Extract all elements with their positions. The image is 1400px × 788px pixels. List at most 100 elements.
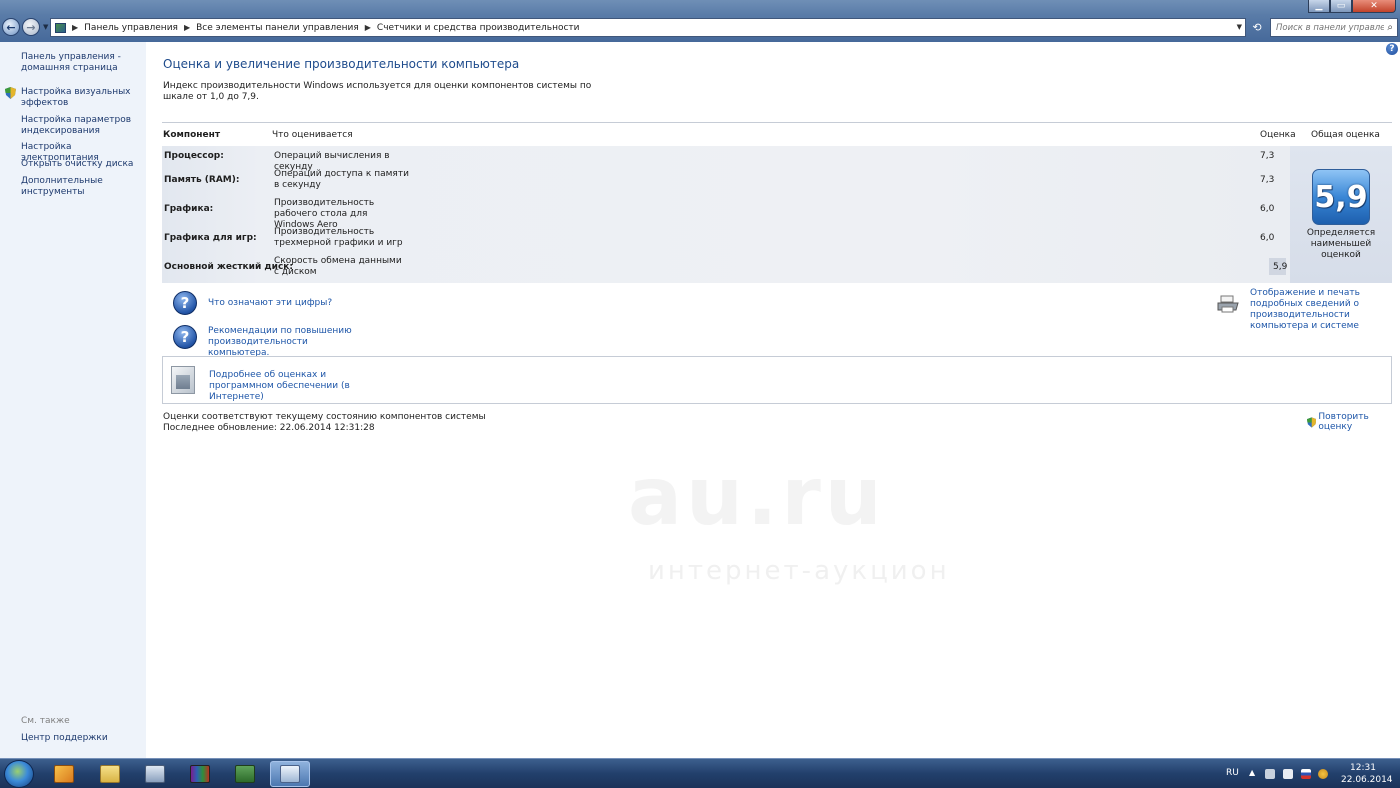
more-info-link[interactable]: Подробнее об оценках и программном обесп… [209,370,384,403]
notification-icon[interactable] [1318,769,1328,779]
column-header-overall: Общая оценка [1311,130,1380,140]
column-header-rated: Что оценивается [272,130,353,140]
computer-icon [145,765,165,783]
component-score: 6,0 [1260,204,1275,214]
table-row: Графика: Производительность рабочего сто… [162,197,1290,230]
breadcrumb-all-items[interactable]: Все элементы панели управления [196,23,359,33]
printer-icon [1217,295,1239,313]
component-name: Память (RAM): [164,175,240,185]
control-panel-icon [280,765,300,783]
close-button[interactable]: ✕ [1352,0,1396,13]
component-score: 6,0 [1260,233,1275,243]
breadcrumb-performance[interactable]: Счетчики и средства производительности [377,23,580,33]
refresh-icon: ⟲ [1252,21,1262,34]
minimize-button[interactable]: ▁ [1308,0,1330,13]
sidebar-item-home[interactable]: Панель управления - домашняя страница [21,52,143,74]
table-body: Процессор: Операций вычисления в секунду… [162,146,1392,283]
arrow-right-icon: → [26,20,36,34]
start-button[interactable] [4,760,34,788]
rerun-assessment-button[interactable]: Повторить оценку [1307,412,1400,432]
component-score: 5,9 [1273,262,1288,272]
component-name: Процессор: [164,151,224,161]
archive-icon [190,765,210,783]
last-update-text: Последнее обновление: 22.06.2014 12:31:2… [163,423,375,433]
status-text: Оценки соответствуют текущему состоянию … [163,412,486,422]
left-navigation-pane: Панель управления - домашняя страница На… [0,42,146,758]
see-also-heading: См. также [21,716,70,726]
base-score-badge: 5,9 [1312,169,1370,225]
network-icon[interactable] [1265,769,1275,779]
breadcrumb-separator-icon[interactable]: ▶ [365,23,371,32]
taskbar-performance-window[interactable] [270,761,310,787]
taskbar: RU ▲ 12:31 22.06.2014 [0,758,1400,788]
more-info-box: Подробнее об оценках и программном обесп… [162,356,1392,404]
component-description: Производительность трехмерной графики и … [274,227,403,248]
table-header: Компонент Что оценивается Оценка Общая о… [162,123,1392,146]
chevron-down-icon[interactable]: ▼ [1237,23,1242,31]
control-panel-icon [55,22,66,33]
watermark-tagline: интернет-аукцион [648,556,950,586]
keyboard-layout-icon[interactable] [1301,769,1311,779]
overall-score-panel: 5,9 Определяется наименьшей оценкой [1290,146,1392,283]
component-name: Графика для игр: [164,233,257,243]
base-score-caption: Определяется наименьшей оценкой [1306,228,1376,260]
recommendations-link[interactable]: Рекомендации по повышению производительн… [208,326,358,359]
search-box: ⌕ [1270,18,1398,37]
volume-icon[interactable] [1283,769,1293,779]
sidebar-item-advanced-tools[interactable]: Дополнительные инструменты [21,176,111,198]
shield-icon [5,87,16,99]
window-titlebar: ▁ ▭ ✕ ← → ▼ ▶ Панель управления ▶ Все эл… [0,0,1400,42]
forward-button[interactable]: → [22,18,40,36]
intro-text: Индекс производительности Windows исполь… [163,81,592,102]
taskbar-media-player[interactable] [44,761,84,787]
taskbar-computer[interactable] [135,761,175,787]
sidebar-item-disk-cleanup[interactable]: Открыть очистку диска [21,159,143,170]
score-table: Компонент Что оценивается Оценка Общая о… [162,122,1392,283]
column-header-component: Компонент [163,130,221,140]
recent-pages-dropdown[interactable]: ▼ [43,23,48,31]
language-indicator[interactable]: RU [1226,768,1239,778]
column-header-score: Оценка [1260,130,1296,140]
shield-icon [1307,416,1317,428]
question-icon: ? [173,291,197,315]
breadcrumb-control-panel[interactable]: Панель управления [84,23,178,33]
show-hidden-icons-icon[interactable]: ▲ [1249,768,1255,777]
table-row: Основной жесткий диск: Скорость обмена д… [162,255,1290,283]
clock-time[interactable]: 12:31 [1350,763,1376,773]
software-info-icon [171,366,195,394]
maximize-button[interactable]: ▭ [1330,0,1352,13]
component-score: 7,3 [1260,151,1275,161]
print-details-link[interactable]: Отображение и печать подробных сведений … [1250,288,1395,332]
taskbar-archiver[interactable] [180,761,220,787]
help-icon[interactable]: ? [1386,43,1398,55]
component-description: Скорость обмена данными с диском [274,256,402,277]
window-controls: ▁ ▭ ✕ [1308,0,1396,14]
component-name: Графика: [164,204,214,214]
address-bar[interactable]: ▶ Панель управления ▶ Все элементы панел… [50,18,1246,37]
back-button[interactable]: ← [2,18,20,36]
taskbar-explorer[interactable] [90,761,130,787]
what-numbers-link[interactable]: Что означают эти цифры? [208,298,332,309]
component-description: Операций доступа к памяти в секунду [274,169,409,190]
table-row: Память (RAM): Операций доступа к памяти … [162,168,1290,196]
media-player-icon [54,765,74,783]
taskbar-task-manager[interactable] [225,761,265,787]
refresh-button[interactable]: ⟲ [1248,18,1266,37]
table-row: Графика для игр: Производительность трех… [162,226,1290,254]
support-center-link[interactable]: Центр поддержки [21,733,108,743]
monitor-icon [235,765,255,783]
arrow-left-icon: ← [6,20,16,34]
sidebar-item-visual-effects[interactable]: Настройка визуальных эффектов [21,87,143,109]
breadcrumb-separator-icon[interactable]: ▶ [72,23,78,32]
search-input[interactable] [1276,22,1384,33]
rerun-assessment-label: Повторить оценку [1318,412,1369,432]
clock-date[interactable]: 22.06.2014 [1341,775,1393,785]
component-score: 7,3 [1260,175,1275,185]
breadcrumb-separator-icon[interactable]: ▶ [184,23,190,32]
page-title: Оценка и увеличение производительности к… [163,57,520,71]
question-icon: ? [173,325,197,349]
folder-icon [100,765,120,783]
search-icon[interactable]: ⌕ [1387,22,1393,33]
sidebar-item-indexing[interactable]: Настройка параметров индексирования [21,115,143,137]
navigation-buttons: ← → ▼ [2,18,48,36]
